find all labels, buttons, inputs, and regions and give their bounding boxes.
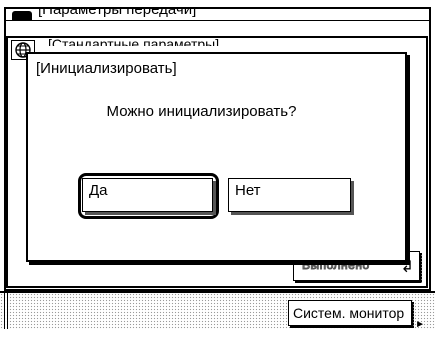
arrow-right-icon: ►: [415, 319, 425, 330]
dialog-title: [Инициализировать]: [36, 60, 177, 77]
yes-button[interactable]: Да: [82, 178, 213, 212]
initialize-dialog: [Инициализировать] Можно инициализироват…: [26, 52, 407, 262]
system-monitor-label: Систем. монитор: [293, 305, 405, 321]
system-monitor-button[interactable]: Систем. монитор ►: [288, 300, 425, 330]
panel-title: [Стандартные параметры]: [48, 36, 220, 46]
no-button[interactable]: Нет: [228, 178, 351, 212]
device-screen: [Параметры передачи] [Стандартные параме…: [0, 0, 435, 330]
bottom-bar-edge: [4, 293, 8, 329]
dialog-message: Можно инициализировать?: [106, 103, 297, 120]
